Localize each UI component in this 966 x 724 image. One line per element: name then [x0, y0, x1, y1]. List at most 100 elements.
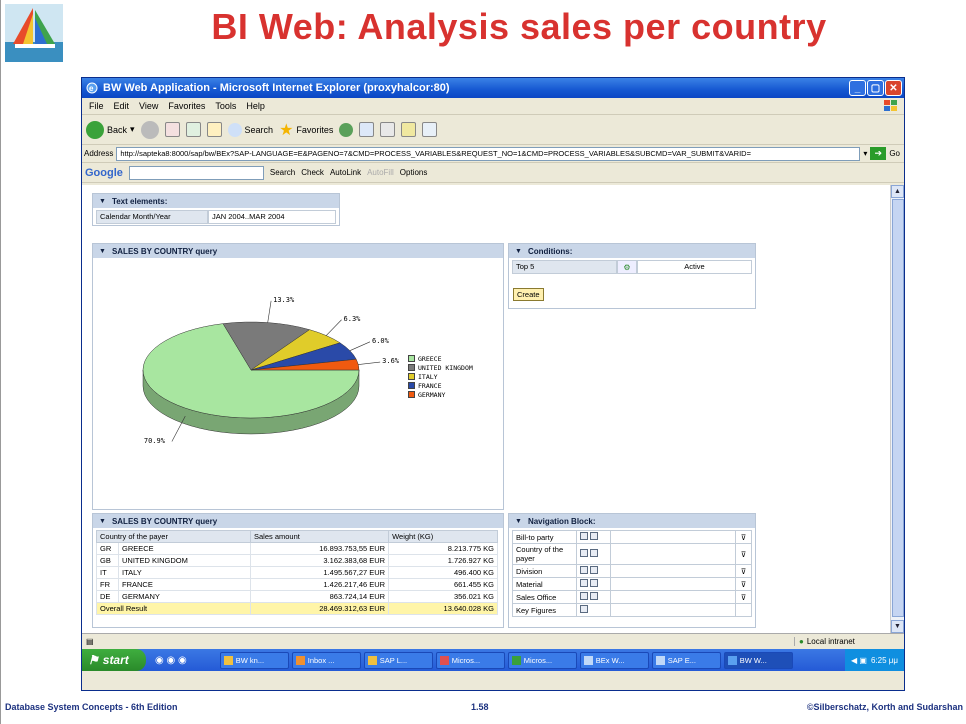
folder-button[interactable]: [401, 122, 417, 137]
nav-item-label[interactable]: Country of the payer: [512, 543, 577, 565]
filter-icon[interactable]: ⊽: [735, 590, 752, 604]
window-titlebar[interactable]: e BW Web Application - Microsoft Interne…: [82, 78, 904, 98]
scroll-thumb[interactable]: [892, 199, 904, 617]
navigation-header[interactable]: ▼ Navigation Block:: [509, 514, 755, 528]
nav-item-label[interactable]: Sales Office: [512, 590, 577, 604]
start-button[interactable]: ⚑ start: [82, 649, 146, 671]
footer-right: ©Silberschatz, Korth and Sudarshan: [806, 702, 963, 712]
taskbar-item[interactable]: BW kn...: [219, 651, 289, 669]
address-dropdown-icon[interactable]: ▾: [863, 149, 867, 158]
nav-item-label[interactable]: Key Figures: [512, 603, 577, 617]
collapse-icon: ▼: [99, 247, 106, 255]
quick-launch[interactable]: ◉ ◉ ◉: [149, 655, 217, 666]
sales-table-header[interactable]: ▼ SALES BY COUNTRY query: [93, 514, 503, 528]
column-header-country[interactable]: Country of the payer: [96, 530, 251, 543]
google-autolink-button[interactable]: AutoLink: [330, 168, 361, 177]
close-button[interactable]: ✕: [885, 80, 902, 96]
column-header-weight[interactable]: Weight (KG): [388, 530, 498, 543]
taskbar-item[interactable]: Micros...: [507, 651, 577, 669]
menu-bar: File Edit View Favorites Tools Help: [82, 98, 904, 115]
google-logo[interactable]: Google: [85, 167, 123, 179]
swap-icon[interactable]: [590, 549, 598, 557]
go-arrow-icon[interactable]: ➔: [870, 147, 887, 160]
menu-view[interactable]: View: [134, 101, 163, 111]
google-options-button[interactable]: Options: [400, 168, 428, 177]
drilldown-icon[interactable]: [580, 566, 588, 574]
forward-button[interactable]: [140, 120, 159, 139]
swap-icon[interactable]: [590, 579, 598, 587]
create-button[interactable]: Create: [513, 288, 544, 301]
legend-label: ITALY: [418, 372, 438, 381]
legend-label: GERMANY: [418, 390, 446, 399]
text-elements-panel: ▼ Text elements: Calendar Month/Year JAN …: [92, 193, 340, 226]
menu-help[interactable]: Help: [241, 101, 270, 111]
stop-button[interactable]: [164, 122, 180, 137]
country-name[interactable]: UNITED KINGDOM: [118, 554, 251, 567]
country-name[interactable]: ITALY: [118, 566, 251, 579]
google-autofill-button[interactable]: AutoFill: [367, 168, 394, 177]
minimize-button[interactable]: _: [849, 80, 866, 96]
menu-edit[interactable]: Edit: [109, 101, 135, 111]
country-name[interactable]: GERMANY: [118, 590, 251, 603]
print-button[interactable]: [380, 122, 396, 137]
mail-button[interactable]: [359, 122, 375, 137]
taskbar-item[interactable]: Inbox ...: [291, 651, 361, 669]
menu-file[interactable]: File: [84, 101, 109, 111]
nav-item-label[interactable]: Material: [512, 577, 577, 591]
swap-icon[interactable]: [590, 592, 598, 600]
back-button[interactable]: Back ▾: [86, 120, 135, 139]
chart-panel-header[interactable]: ▼ SALES BY COUNTRY query: [93, 244, 503, 258]
filter-icon[interactable]: ⊽: [735, 577, 752, 591]
taskbar-item-active[interactable]: BW W...: [723, 651, 793, 669]
scroll-up-icon[interactable]: ▲: [891, 185, 904, 198]
legend-swatch: [408, 391, 415, 398]
taskbar-item[interactable]: BEx W...: [579, 651, 649, 669]
menu-favorites[interactable]: Favorites: [163, 101, 210, 111]
weight: 1.726.927 KG: [388, 554, 498, 567]
sales-amount: 16.893.753,55 EUR: [249, 542, 390, 555]
google-search-input[interactable]: [128, 165, 264, 180]
swap-icon[interactable]: [590, 566, 598, 574]
condition-toggle-icon[interactable]: ⚙: [617, 260, 637, 274]
history-button[interactable]: [339, 122, 354, 137]
drilldown-icon[interactable]: [580, 532, 588, 540]
drilldown-icon[interactable]: [580, 549, 588, 557]
weight: 661.455 KG: [388, 578, 498, 591]
text-elements-header[interactable]: ▼ Text elements:: [93, 194, 339, 208]
legend-swatch: [408, 364, 415, 371]
swap-icon[interactable]: [590, 532, 598, 540]
go-button[interactable]: Go: [889, 149, 904, 158]
menu-tools[interactable]: Tools: [210, 101, 241, 111]
messenger-button[interactable]: [422, 122, 438, 137]
drilldown-icon[interactable]: [580, 579, 588, 587]
column-header-amount[interactable]: Sales amount: [249, 530, 390, 543]
refresh-button[interactable]: [185, 122, 201, 137]
taskbar-item[interactable]: SAP E...: [651, 651, 721, 669]
home-button[interactable]: [206, 122, 222, 137]
address-input[interactable]: http://sapteka8:8000/sap/bw/BEx?SAP-LANG…: [116, 146, 861, 161]
taskbar-item[interactable]: Micros...: [435, 651, 505, 669]
drilldown-icon[interactable]: [580, 605, 588, 613]
nav-item-label[interactable]: Bill-to party: [512, 530, 577, 544]
filter-icon[interactable]: ⊽: [735, 543, 752, 565]
vertical-scrollbar[interactable]: ▲ ▼: [890, 185, 904, 633]
nav-row: Material ⊽: [512, 577, 752, 591]
country-name[interactable]: GREECE: [118, 542, 251, 555]
country-name[interactable]: FRANCE: [118, 578, 251, 591]
filter-icon[interactable]: ⊽: [735, 530, 752, 544]
conditions-header[interactable]: ▼ Conditions:: [509, 244, 755, 258]
tray-icons[interactable]: ◀ ▣: [851, 656, 867, 665]
search-button[interactable]: Search: [227, 122, 273, 137]
pie-value-label: 70.9%: [143, 436, 165, 445]
favorites-button[interactable]: ★ Favorites: [279, 120, 333, 140]
drilldown-icon[interactable]: [580, 592, 588, 600]
filter-icon[interactable]: ⊽: [735, 564, 752, 578]
nav-value: [610, 603, 736, 617]
nav-item-label[interactable]: Division: [512, 564, 577, 578]
google-search-button[interactable]: Search: [270, 168, 295, 177]
google-check-button[interactable]: Check: [301, 168, 324, 177]
taskbar-item[interactable]: SAP L...: [363, 651, 433, 669]
scroll-down-icon[interactable]: ▼: [891, 620, 904, 633]
maximize-button[interactable]: ▢: [867, 80, 884, 96]
footer-page-number: 1.58: [471, 702, 489, 712]
